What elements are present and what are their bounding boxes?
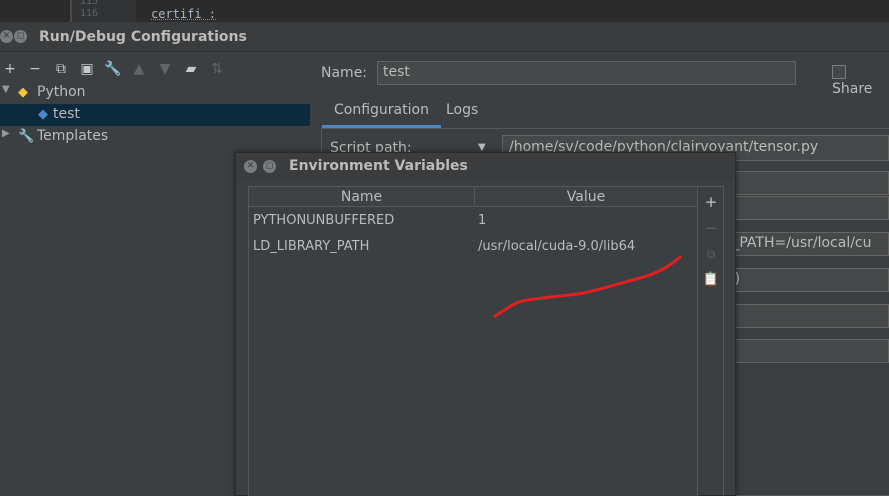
table-row[interactable]: PYTHONUNBUFFERED 1 bbox=[249, 208, 697, 234]
close-window-icon[interactable]: ✕ bbox=[0, 30, 13, 43]
code-line: certifi : bbox=[151, 7, 217, 21]
interpreter-field[interactable]: et)) bbox=[712, 268, 889, 292]
tab-configuration[interactable]: Configuration bbox=[322, 102, 441, 128]
python-file-icon: ◆ bbox=[38, 107, 48, 122]
remove-icon[interactable]: − bbox=[702, 219, 720, 237]
copy-icon[interactable]: ⧉ bbox=[52, 60, 70, 78]
env-var-name[interactable]: LD_LIBRARY_PATH bbox=[253, 239, 369, 254]
line-number: 115 bbox=[80, 0, 99, 7]
tree-item-label: test bbox=[53, 106, 80, 122]
folder-icon[interactable]: ▰ bbox=[182, 60, 200, 78]
move-up-icon[interactable]: ▲ bbox=[130, 60, 148, 78]
line-number: 116 bbox=[80, 8, 99, 19]
checkbox-icon[interactable] bbox=[832, 65, 846, 79]
wrench-icon: 🔧 bbox=[18, 129, 35, 144]
env-vars-table: Name Value PYTHONUNBUFFERED 1 LD_LIBRARY… bbox=[248, 186, 698, 496]
close-window-icon[interactable]: ✕ bbox=[244, 160, 257, 173]
share-label: Share bbox=[832, 81, 873, 97]
environment-variables-dialog: ✕ ◻ Environment Variables Name Value PYT… bbox=[235, 152, 736, 496]
working-directory-field[interactable]: nt bbox=[712, 339, 889, 363]
env-vars-field[interactable]: RY_PATH=/usr/local/cu bbox=[712, 232, 889, 256]
wrench-icon[interactable]: 🔧 bbox=[104, 60, 122, 78]
env-dialog-title: Environment Variables bbox=[289, 158, 468, 174]
paste-icon[interactable]: 📋 bbox=[702, 271, 720, 289]
maximize-window-icon[interactable]: ◻ bbox=[14, 30, 27, 43]
expand-arrow-icon[interactable]: ▼ bbox=[2, 84, 10, 95]
env-var-value[interactable]: /usr/local/cuda-9.0/lib64 bbox=[478, 239, 635, 254]
share-checkbox[interactable]: Share bbox=[832, 65, 889, 97]
remove-icon[interactable]: − bbox=[26, 60, 44, 78]
env-dialog-titlebar: ✕ ◻ Environment Variables bbox=[236, 153, 735, 180]
tree-item-test[interactable]: ◆ test bbox=[0, 104, 310, 126]
move-down-icon[interactable]: ▼ bbox=[156, 60, 174, 78]
maximize-window-icon[interactable]: ◻ bbox=[263, 160, 276, 173]
add-icon[interactable]: + bbox=[1, 60, 19, 78]
tree-item-label: Templates bbox=[37, 128, 109, 144]
column-header-value[interactable]: Value bbox=[475, 189, 697, 205]
add-icon[interactable]: + bbox=[702, 193, 720, 211]
interpreter-options-field[interactable] bbox=[712, 304, 889, 328]
env-var-name[interactable]: PYTHONUNBUFFERED bbox=[253, 213, 394, 228]
name-input[interactable]: test bbox=[377, 61, 796, 85]
dialog-titlebar: ✕ ◻ Run/Debug Configurations bbox=[0, 22, 889, 52]
options-field[interactable] bbox=[712, 196, 889, 220]
parameters-field[interactable] bbox=[712, 171, 889, 195]
tree-item-python[interactable]: ▼ ◆ Python bbox=[0, 82, 310, 104]
save-icon[interactable]: ▣ bbox=[78, 60, 96, 78]
config-toolbar: + − ⧉ ▣ 🔧 ▲ ▼ ▰ ⇅ bbox=[0, 58, 240, 82]
copy-icon[interactable]: ⧉ bbox=[702, 245, 720, 263]
column-header-name[interactable]: Name bbox=[249, 189, 474, 205]
python-icon: ◆ bbox=[18, 85, 28, 100]
table-actions: + − ⧉ 📋 bbox=[698, 186, 724, 496]
tree-item-label: Python bbox=[37, 84, 86, 100]
env-var-value[interactable]: 1 bbox=[478, 213, 486, 228]
editor-background: 115 116 certifi : bbox=[0, 0, 889, 22]
table-row[interactable]: LD_LIBRARY_PATH /usr/local/cuda-9.0/lib6… bbox=[249, 234, 697, 260]
tab-logs[interactable]: Logs bbox=[446, 102, 478, 118]
tree-item-templates[interactable]: ▶ 🔧 Templates bbox=[0, 126, 310, 148]
collapse-arrow-icon[interactable]: ▶ bbox=[2, 128, 10, 139]
table-header: Name Value bbox=[249, 187, 697, 207]
name-label: Name: bbox=[321, 65, 368, 81]
dialog-title: Run/Debug Configurations bbox=[39, 29, 247, 45]
sort-icon[interactable]: ⇅ bbox=[208, 60, 226, 78]
